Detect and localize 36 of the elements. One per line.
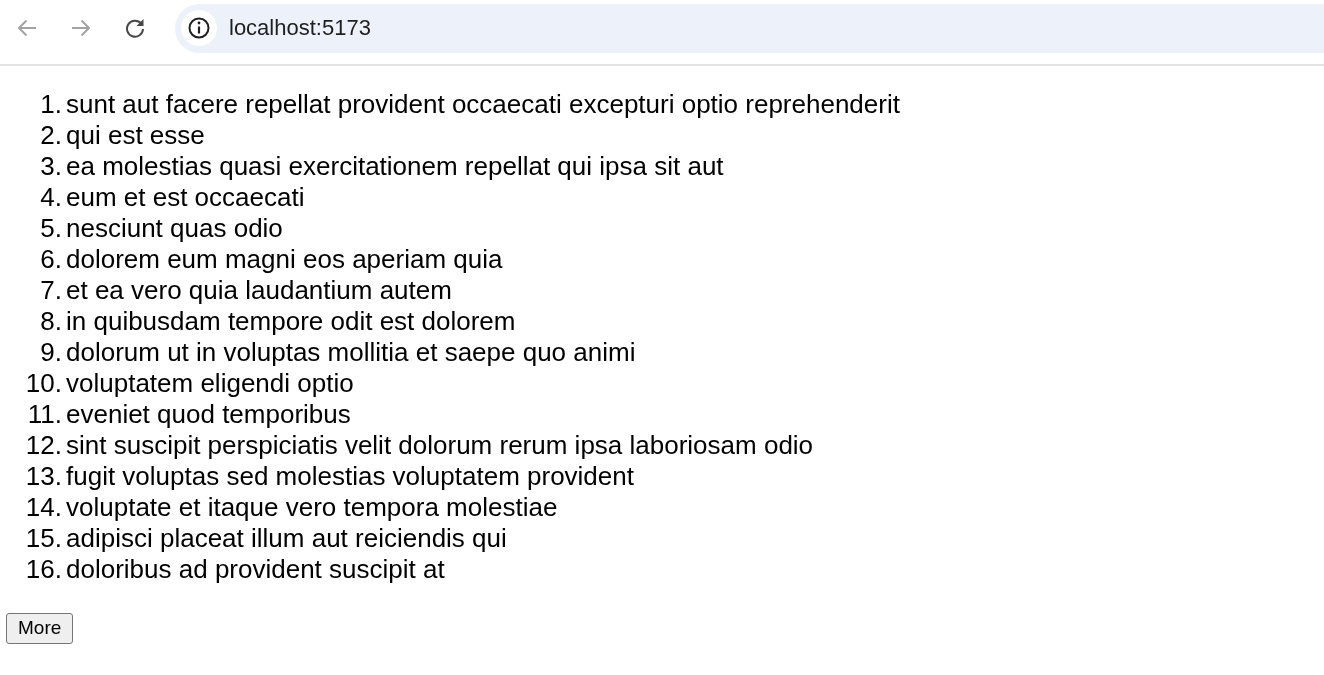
list-number: 12. xyxy=(25,430,62,461)
list-number: 2. xyxy=(40,120,62,151)
list-number: 16. xyxy=(25,554,62,585)
list-item-text: voluptatem eligendi optio xyxy=(66,368,354,399)
list-number: 9. xyxy=(40,337,62,368)
list-item-text: ea molestias quasi exercitationem repellat qui ipsa sit aut xyxy=(66,151,724,182)
list-number: 3. xyxy=(40,151,62,182)
list-number: 5. xyxy=(40,213,62,244)
reload-icon[interactable] xyxy=(125,18,145,38)
list-item-text: dolorem eum magni eos aperiam quia xyxy=(66,244,503,275)
more-button[interactable]: More xyxy=(6,613,74,644)
list-item-text: eum et est occaecati xyxy=(66,182,305,213)
list-number: 13. xyxy=(25,461,62,492)
list-number: 14. xyxy=(25,492,62,523)
list-number: 15. xyxy=(25,523,62,554)
list-number: 7. xyxy=(40,275,62,306)
list-number: 8. xyxy=(40,306,62,337)
list-item-text: qui est esse xyxy=(66,120,205,151)
list-item-text: nesciunt quas odio xyxy=(66,213,283,244)
list-item-text: dolorum ut in voluptas mollitia et saepe quo animi xyxy=(66,337,636,368)
list-item-text: in quibusdam tempore odit est dolorem xyxy=(66,306,516,337)
list-number: 4. xyxy=(40,182,62,213)
list-item-text: et ea vero quia laudantium autem xyxy=(66,275,452,306)
list-item-text: voluptate et itaque vero tempora molestiae xyxy=(66,492,558,523)
address-bar[interactable]: localhost:5173 xyxy=(175,3,1324,53)
list-item-text: eveniet quod temporibus xyxy=(66,399,351,430)
list-item-text: adipisci placeat illum aut reiciendis qui xyxy=(66,523,507,554)
list-number: 6. xyxy=(40,244,62,275)
list-number: 11. xyxy=(27,399,62,430)
list-number: 1. xyxy=(40,89,62,120)
info-icon[interactable] xyxy=(181,10,217,46)
list-number: 10. xyxy=(25,368,62,399)
list-item-text: fugit voluptas sed molestias voluptatem provident xyxy=(66,461,634,492)
list-item-text: sunt aut facere repellat provident occaecati excepturi optio reprehenderit xyxy=(66,89,900,120)
list-item-text: sint suscipit perspiciatis velit dolorum rerum ipsa laboriosam odio xyxy=(66,430,814,461)
list-item-text: doloribus ad provident suscipit at xyxy=(66,554,445,585)
